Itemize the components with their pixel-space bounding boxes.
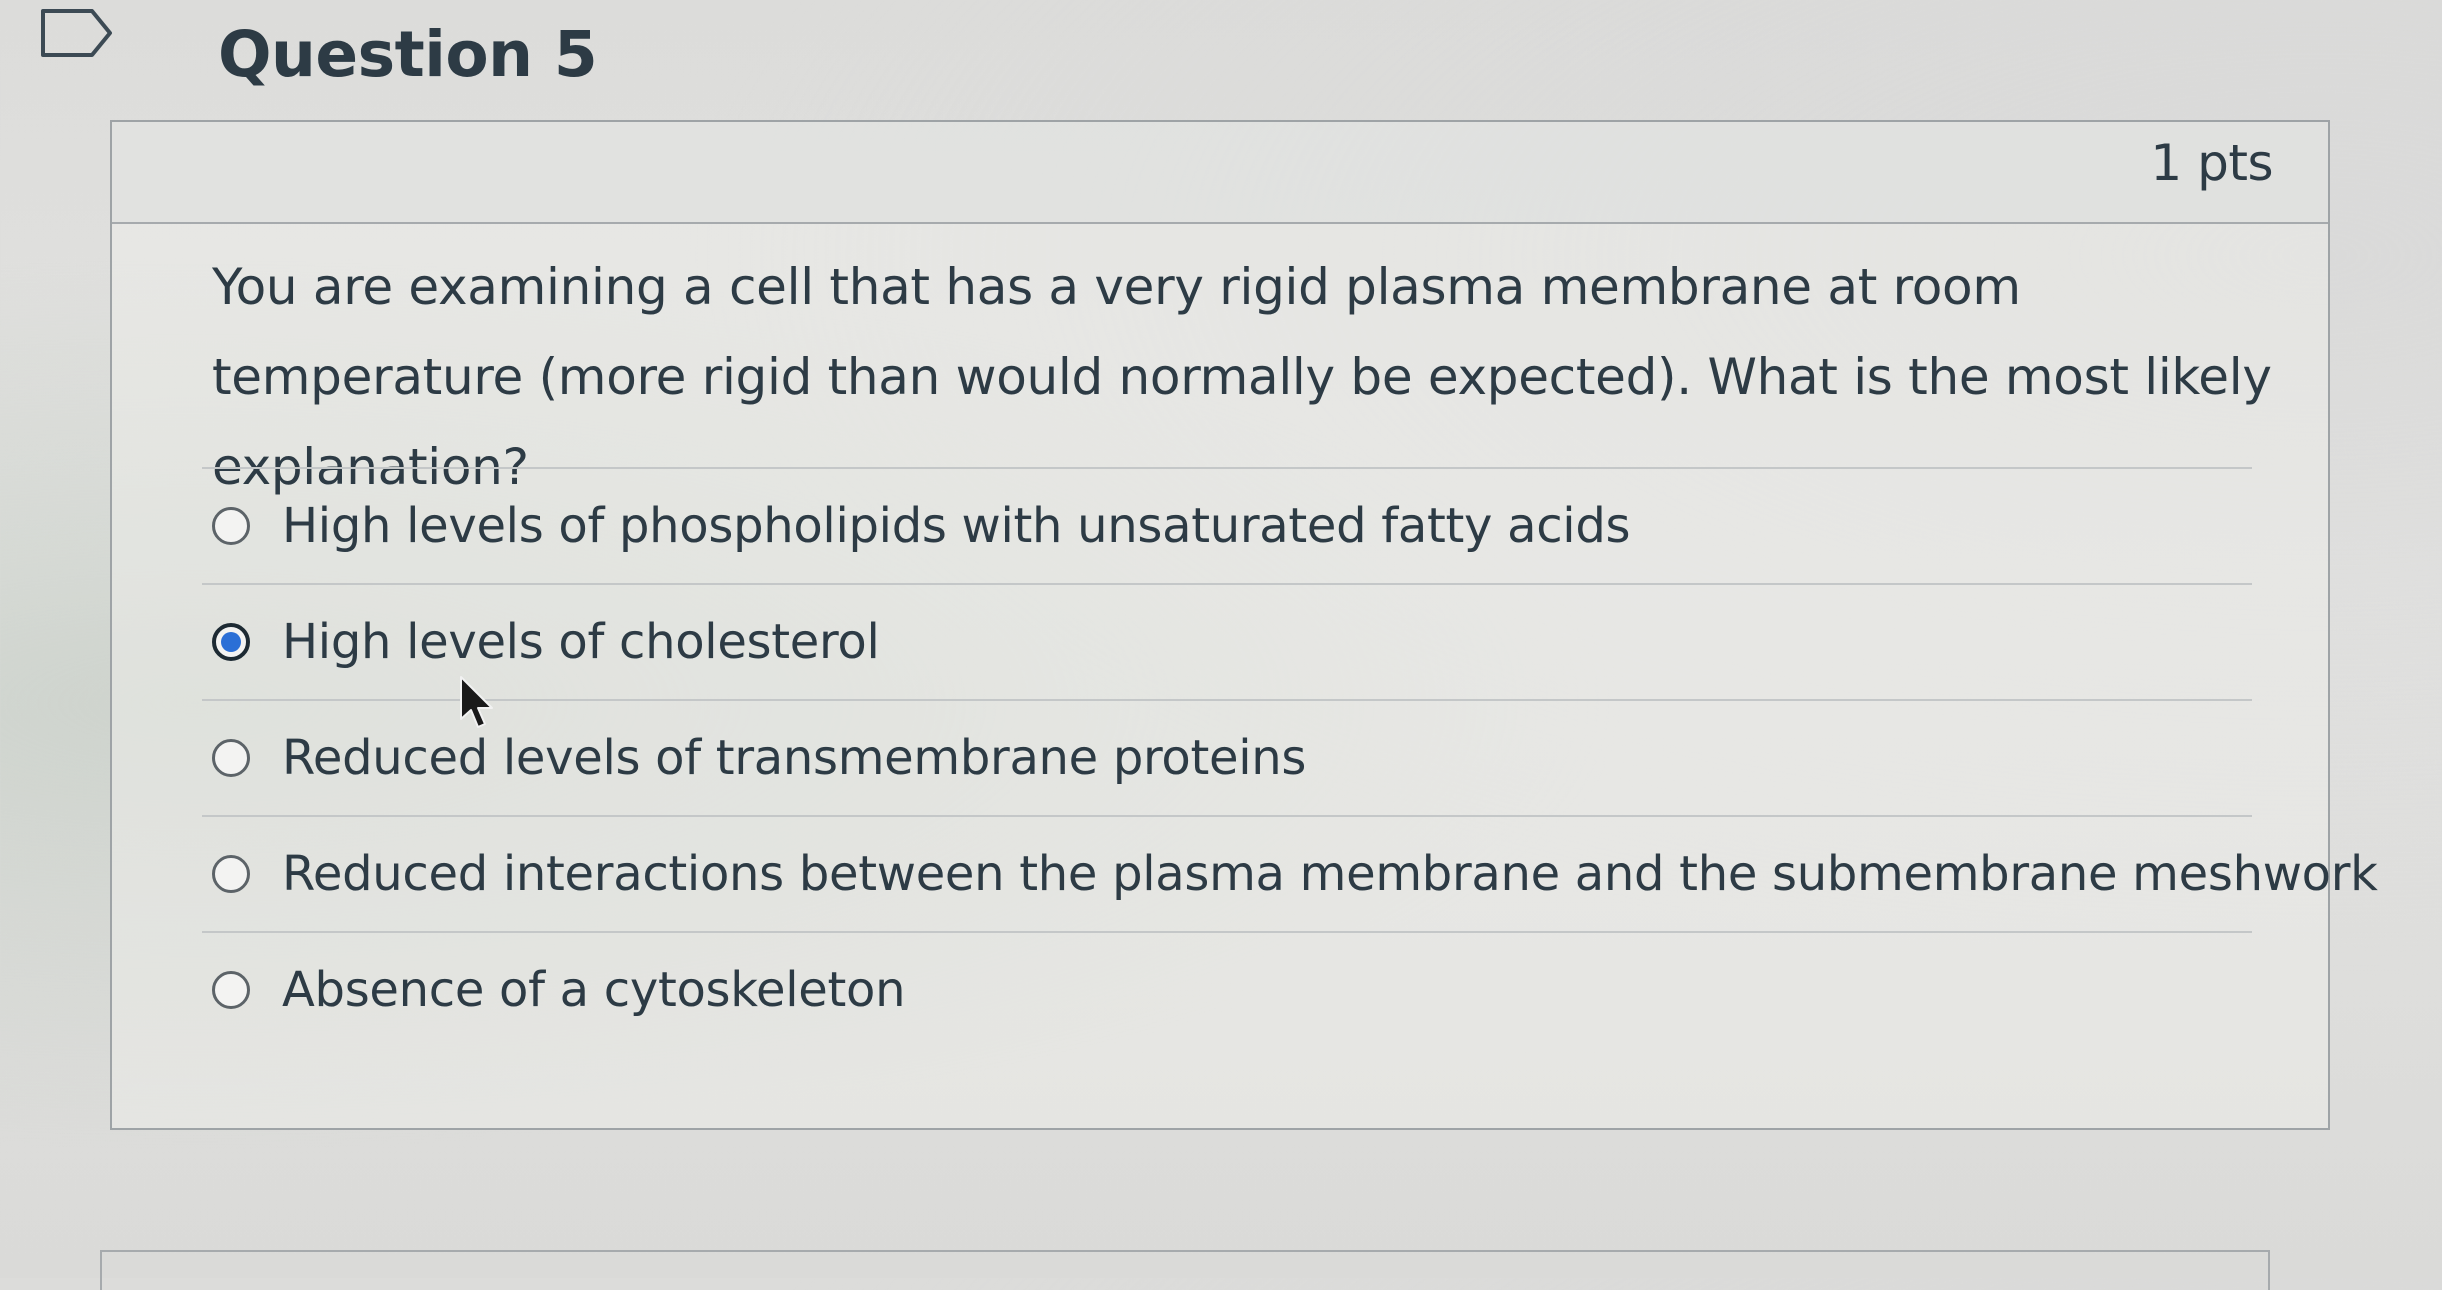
answer-label[interactable]: Reduced levels of transmembrane proteins bbox=[282, 730, 1306, 786]
radio-button[interactable] bbox=[212, 971, 250, 1009]
answer-option-2[interactable]: High levels of cholesterol bbox=[202, 583, 2252, 699]
next-question-card bbox=[100, 1250, 2270, 1290]
radio-button-selected[interactable] bbox=[212, 623, 250, 661]
question-points: 1 pts bbox=[2150, 134, 2273, 192]
answer-label[interactable]: Reduced interactions between the plasma … bbox=[282, 846, 2378, 902]
radio-button[interactable] bbox=[212, 855, 250, 893]
answer-option-4[interactable]: Reduced interactions between the plasma … bbox=[202, 815, 2378, 931]
answer-option-1[interactable]: High levels of phospholipids with unsatu… bbox=[202, 467, 2252, 583]
answer-label[interactable]: High levels of cholesterol bbox=[282, 614, 880, 670]
answer-option-3[interactable]: Reduced levels of transmembrane proteins bbox=[202, 699, 2252, 815]
radio-button[interactable] bbox=[212, 739, 250, 777]
answer-label[interactable]: Absence of a cytoskeleton bbox=[282, 962, 906, 1018]
question-title: Question 5 bbox=[218, 18, 598, 91]
answer-option-5[interactable]: Absence of a cytoskeleton bbox=[202, 931, 2252, 1047]
mouse-pointer-icon bbox=[460, 676, 493, 728]
radio-button[interactable] bbox=[212, 507, 250, 545]
flag-question-icon[interactable] bbox=[40, 8, 114, 58]
answer-list: High levels of phospholipids with unsatu… bbox=[202, 467, 2378, 1047]
question-card: 1 pts You are examining a cell that has … bbox=[110, 120, 2378, 1130]
question-header: 1 pts bbox=[112, 122, 2328, 224]
answer-label[interactable]: High levels of phospholipids with unsatu… bbox=[282, 498, 1631, 554]
